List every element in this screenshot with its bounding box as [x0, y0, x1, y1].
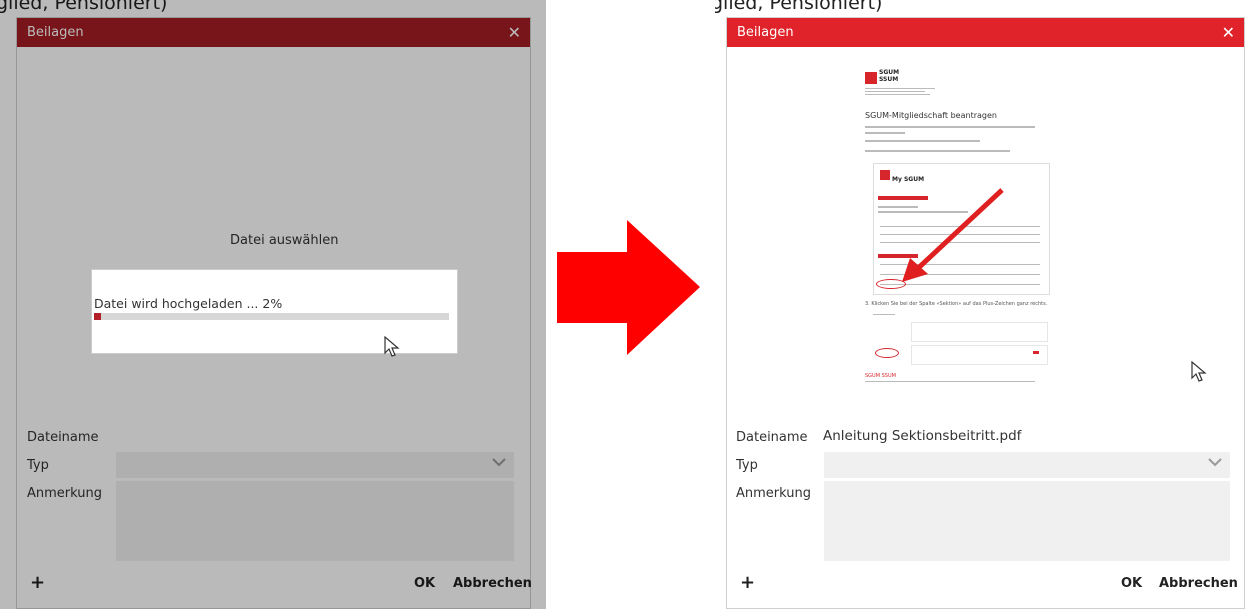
background-text: glied, Pensioniert) [715, 0, 883, 14]
upload-popup: Datei wird hochgeladen ... 2% [91, 269, 458, 357]
chevron-down-icon [1208, 458, 1222, 467]
preview-step3-text: 3. Klicken Sie bei der Spalte «Sektion» … [865, 301, 1048, 307]
type-label: Typ [736, 458, 758, 473]
preview-embedded-screenshot-2 [873, 310, 1048, 365]
cancel-button[interactable]: Abbrechen [1159, 576, 1238, 591]
arrow-right-icon [557, 220, 700, 355]
preview-embedded-screenshot: My SGUM [873, 163, 1050, 295]
upload-status-text: Datei wird hochgeladen ... 2% [94, 296, 283, 311]
dialog-title: Beilagen [737, 25, 794, 40]
note-textarea[interactable] [824, 481, 1230, 561]
upload-progress-track [94, 313, 449, 320]
note-label: Anmerkung [736, 486, 811, 501]
pdf-preview: SGUM SSUM SGUM-Mitgliedschaft beantragen… [853, 58, 1073, 382]
before-screenshot: glied, Pensioniert) Beilagen ✕ Datei aus… [0, 0, 546, 609]
red-arrow-annotation-icon [902, 188, 1004, 282]
attachments-dialog: Beilagen ✕ SGUM SSUM SGUM-Mitgliedschaft… [726, 17, 1245, 609]
close-icon[interactable]: ✕ [1222, 18, 1235, 47]
upload-progress-fill [94, 313, 102, 320]
filename-value: Anleitung Sektionsbeitritt.pdf [823, 428, 1022, 444]
preview-footer: SGUM SSUM [865, 373, 896, 379]
sgum-logo-text: SGUM SSUM [879, 69, 900, 83]
ok-button[interactable]: OK [1121, 576, 1142, 591]
type-select[interactable] [824, 452, 1230, 478]
mouse-pointer-icon [384, 336, 400, 357]
after-screenshot: glied, Pensioniert) Beilagen ✕ SGUM SSUM… [715, 0, 1245, 609]
add-icon[interactable]: + [740, 572, 755, 593]
sgum-logo-icon [865, 72, 877, 84]
filename-label: Dateiname [736, 430, 808, 445]
mouse-pointer-icon [1191, 361, 1207, 382]
preview-app-name: My SGUM [892, 176, 925, 183]
dialog-header: Beilagen ✕ [727, 18, 1244, 47]
preview-title: SGUM-Mitgliedschaft beantragen [865, 111, 997, 120]
